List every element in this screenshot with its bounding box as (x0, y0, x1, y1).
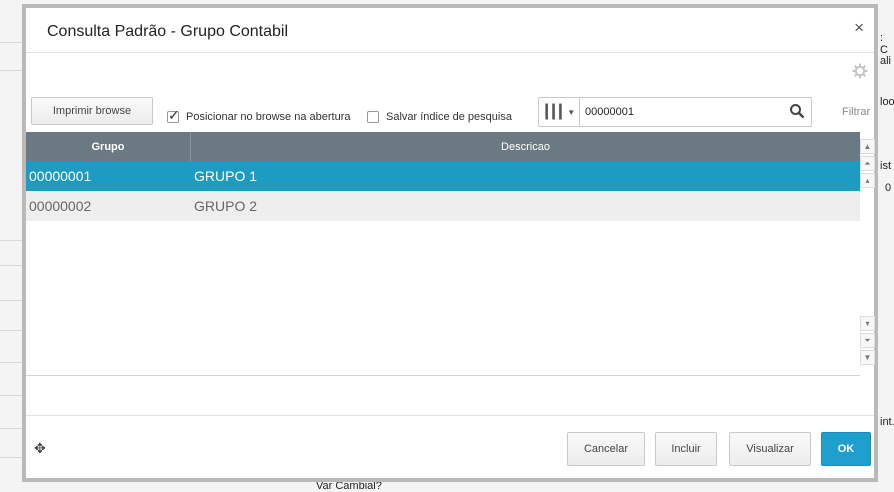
position-on-open-checkbox[interactable]: ✓ Posicionar no browse na abertura (167, 107, 351, 123)
bg-label: loo (880, 96, 894, 108)
ok-button[interactable]: OK (821, 432, 871, 466)
search-input[interactable] (585, 103, 775, 121)
bg-label: ist (880, 160, 891, 172)
view-button[interactable]: Visualizar (729, 432, 811, 466)
checkbox-box[interactable] (367, 111, 379, 123)
cell-grupo: 00000002 (29, 198, 92, 214)
search-icon[interactable] (789, 103, 805, 119)
bg-divider (0, 240, 22, 241)
save-search-index-checkbox[interactable]: Salvar índice de pesquisa (367, 111, 512, 123)
checkbox-box[interactable]: ✓ (167, 107, 180, 123)
grid-scrollbar[interactable]: ▲ ⏶ ▴ ▾ ⏷ ▼ (860, 132, 876, 376)
check-icon: ✓ (168, 107, 180, 123)
grid-header: Grupo Descricao (26, 132, 860, 161)
column-selector-button[interactable]: ┃┃┃ ▼ (539, 98, 580, 126)
scroll-page-down-icon[interactable]: ⏷ (860, 333, 875, 348)
cancel-button[interactable]: Cancelar (567, 432, 645, 466)
bg-divider (0, 70, 22, 71)
column-header-grupo[interactable]: Grupo (26, 132, 191, 161)
bg-label: : C (880, 32, 888, 56)
bg-divider (0, 428, 22, 429)
bg-label: int. (880, 416, 894, 428)
cell-grupo: 00000001 (29, 168, 92, 184)
chevron-down-icon: ▼ (567, 107, 576, 117)
bg-divider (0, 42, 22, 43)
lookup-dialog: Consulta Padrão - Grupo Contabil × Impri… (22, 4, 878, 482)
dialog-title: Consulta Padrão - Grupo Contabil (47, 23, 289, 40)
scroll-down-icon[interactable]: ▾ (860, 316, 875, 331)
bg-label: 0 (885, 182, 892, 194)
columns-icon: ┃┃┃ (542, 104, 565, 119)
column-header-descricao[interactable]: Descricao (191, 132, 860, 161)
table-row[interactable]: 00000001 GRUPO 1 (26, 161, 860, 191)
dialog-titlebar: Consulta Padrão - Grupo Contabil × (26, 8, 874, 53)
bg-divider (0, 300, 22, 301)
cell-descricao: GRUPO 1 (194, 168, 258, 184)
bg-divider (0, 395, 22, 396)
filter-link[interactable]: Filtrar (842, 106, 870, 118)
scroll-bottom-icon[interactable]: ▼ (860, 350, 875, 365)
results-grid: Grupo Descricao 00000001 GRUPO 1 0000000… (26, 132, 860, 376)
search-box: ┃┃┃ ▼ (538, 97, 812, 127)
dialog-footer: ✥ Cancelar Incluir Visualizar OK (26, 415, 874, 478)
include-button[interactable]: Incluir (655, 432, 717, 466)
checkbox-label: Posicionar no browse na abertura (186, 111, 351, 123)
print-browse-button[interactable]: Imprimir browse (31, 97, 153, 125)
table-row[interactable]: 00000002 GRUPO 2 (26, 191, 860, 221)
bg-divider (0, 362, 22, 363)
gear-icon[interactable] (852, 63, 868, 79)
bg-divider (0, 330, 22, 331)
scroll-top-icon[interactable]: ▲ (860, 139, 875, 154)
close-icon[interactable]: × (854, 18, 864, 38)
checkbox-label: Salvar índice de pesquisa (386, 111, 512, 123)
bg-divider (0, 457, 22, 458)
bg-label: ali (880, 55, 892, 67)
move-icon[interactable]: ✥ (34, 440, 46, 457)
scroll-up-icon[interactable]: ▴ (860, 173, 875, 188)
scroll-page-up-icon[interactable]: ⏶ (860, 156, 875, 171)
bg-divider (0, 265, 22, 266)
cell-descricao: GRUPO 2 (194, 198, 258, 214)
